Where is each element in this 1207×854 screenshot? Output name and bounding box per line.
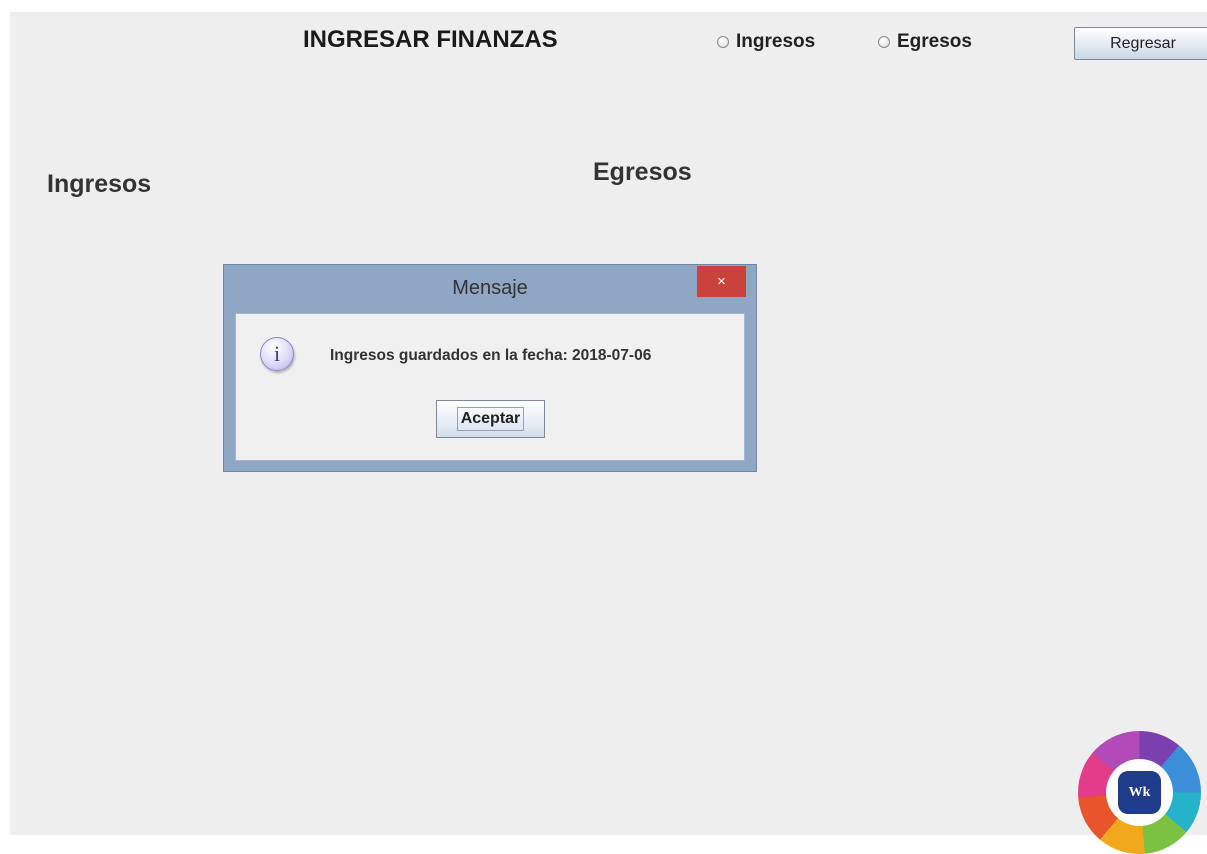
- ok-button[interactable]: Aceptar: [436, 400, 545, 438]
- ingresos-section-label: Ingresos: [47, 170, 152, 198]
- egresos-section-label: Egresos: [593, 158, 692, 186]
- radio-egresos[interactable]: Egresos: [878, 31, 972, 53]
- dialog-message: Ingresos guardados en la fecha: 2018-07-…: [330, 347, 652, 364]
- logo-badge: Wk: [1118, 771, 1161, 814]
- radio-circle-icon[interactable]: [878, 36, 890, 48]
- info-icon: i: [260, 337, 294, 371]
- radio-circle-icon[interactable]: [717, 36, 729, 48]
- message-dialog: Mensaje × i Ingresos guardados en la fec…: [223, 264, 757, 472]
- back-button[interactable]: Regresar: [1074, 27, 1207, 60]
- radio-ingresos[interactable]: Ingresos: [717, 31, 815, 53]
- app-logo: Wk: [1078, 731, 1201, 854]
- dialog-body: i Ingresos guardados en la fecha: 2018-0…: [235, 313, 745, 461]
- page-title: INGRESAR FINANZAS: [303, 26, 558, 53]
- dialog-title: Mensaje: [452, 276, 528, 299]
- close-icon[interactable]: ×: [697, 266, 746, 297]
- ok-button-label: Aceptar: [456, 407, 525, 431]
- radio-egresos-label: Egresos: [897, 31, 972, 52]
- radio-ingresos-label: Ingresos: [736, 31, 816, 52]
